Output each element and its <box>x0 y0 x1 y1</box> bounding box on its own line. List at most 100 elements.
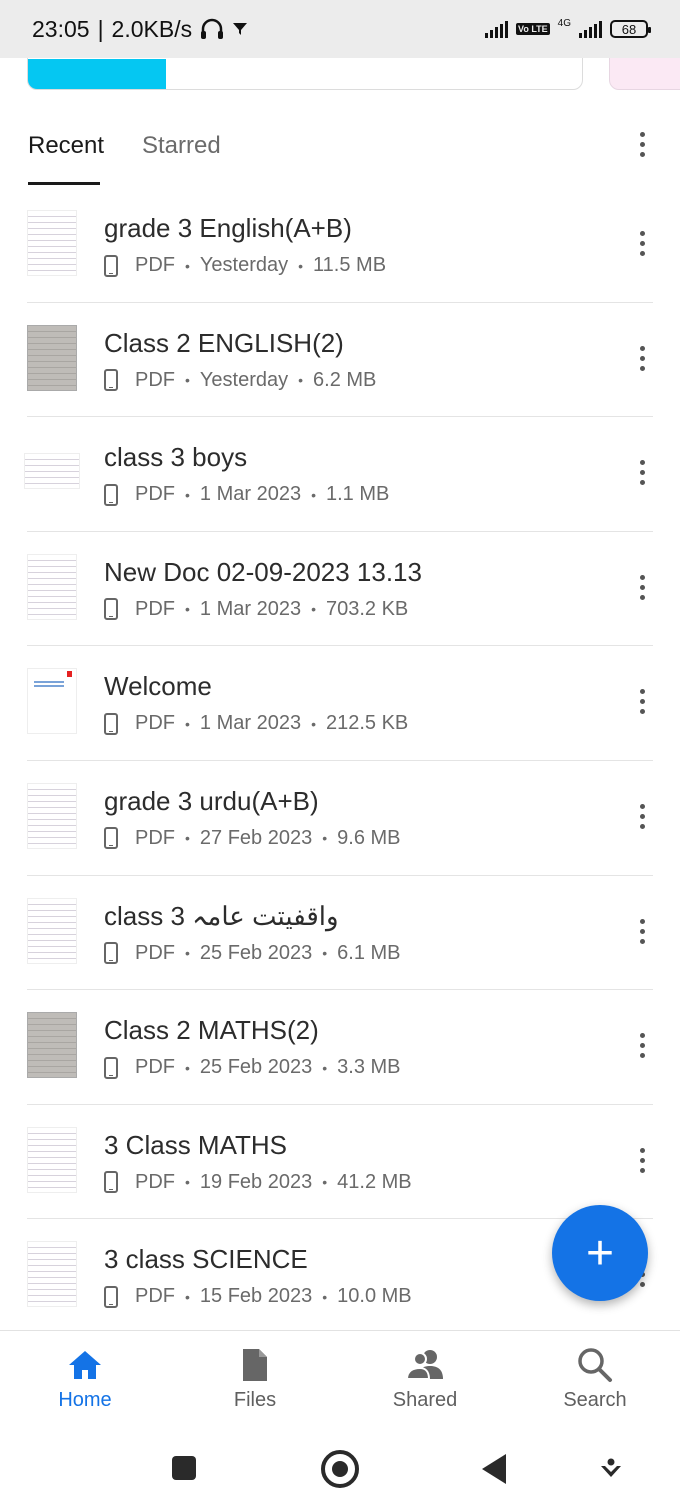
system-navigation-bar <box>0 1428 680 1511</box>
file-size: 212.5 KB <box>325 712 409 735</box>
file-thumbnail <box>27 668 77 735</box>
file-name: Welcome <box>104 671 212 702</box>
file-type: PDF <box>135 941 175 964</box>
card-color-band <box>28 59 166 89</box>
file-type: PDF <box>135 1285 175 1308</box>
nav-label: Shared <box>392 1389 458 1411</box>
device-icon <box>104 1056 118 1079</box>
more-options-icon[interactable] <box>632 1147 652 1173</box>
more-options-icon[interactable] <box>632 689 652 715</box>
recents-button[interactable] <box>172 1456 196 1480</box>
file-thumbnail <box>27 782 77 849</box>
file-date: 1 Mar 2023 <box>199 712 302 735</box>
file-name: grade 3 English(A+B) <box>104 213 352 243</box>
more-options-icon[interactable] <box>632 1033 652 1059</box>
list-item[interactable]: New Doc 02-09-2023 13.13 PDF • 1 Mar 2023… <box>0 532 680 647</box>
plus-icon: + <box>585 1226 615 1280</box>
list-item[interactable]: Class 2 ENGLISH(2) PDF • Yesterday • 6.2 M… <box>0 303 680 418</box>
more-options-icon[interactable] <box>632 918 652 944</box>
home-system-button[interactable] <box>321 1450 359 1488</box>
nav-label: Files <box>233 1389 277 1411</box>
list-item[interactable]: grade 3 urdu(A+B) PDF • 27 Feb 2023 • 9.6 … <box>0 761 680 876</box>
more-options-icon[interactable] <box>632 803 652 829</box>
bottom-navigation: Home Files Shared Search <box>0 1330 680 1429</box>
file-size: 703.2 KB <box>325 597 409 620</box>
more-options-icon[interactable] <box>632 345 652 371</box>
file-thumbnail <box>27 1012 77 1079</box>
file-meta: PDF • 25 Feb 2023 • 3.3 MB <box>104 1056 401 1079</box>
file-name: class 3 boys <box>104 442 248 473</box>
nav-shared[interactable]: Shared <box>340 1331 510 1429</box>
device-icon <box>104 712 118 735</box>
file-date: 25 Feb 2023 <box>199 1056 313 1079</box>
battery-level: 68 <box>621 21 637 37</box>
file-name: class 3 واقفیتت عامہ <box>104 900 339 931</box>
more-options-icon[interactable] <box>632 132 652 157</box>
device-icon <box>104 598 118 621</box>
file-thumbnail <box>27 1241 77 1308</box>
file-date: Yesterday <box>199 254 289 276</box>
status-bar: 23:05 | 2.0KB/s Vo LTE 4G 68 <box>0 0 680 58</box>
volte-icon: Vo LTE <box>515 23 550 35</box>
device-icon <box>104 369 118 392</box>
file-meta: PDF • 19 Feb 2023 • 41.2 MB <box>104 1171 412 1194</box>
active-tab-indicator <box>28 182 100 185</box>
more-options-icon[interactable] <box>632 231 652 256</box>
file-size: 6.2 MB <box>313 368 377 391</box>
file-date: 19 Feb 2023 <box>199 1170 313 1193</box>
search-icon <box>578 1348 612 1382</box>
file-size: 1.1 MB <box>325 483 390 506</box>
file-date: 1 Mar 2023 <box>199 483 302 506</box>
file-size: 6.1 MB <box>337 941 401 964</box>
headphones-icon <box>201 18 224 39</box>
list-item[interactable]: Class 2 MATHS(2) PDF • 25 Feb 2023 • 3.3 M… <box>0 990 680 1105</box>
home-icon <box>69 1351 101 1379</box>
list-item[interactable]: grade 3 English(A+B) PDF • Yesterday • 11.… <box>0 188 680 303</box>
nav-files[interactable]: Files <box>170 1331 340 1429</box>
more-options-icon[interactable] <box>632 574 652 600</box>
file-meta: PDF • 1 Mar 2023 • 703.2 KB <box>104 598 408 621</box>
list-item[interactable]: class 3 boys PDF • 1 Mar 2023 • 1.1 MB <box>0 417 680 532</box>
file-thumbnail <box>27 553 77 620</box>
file-size: 9.6 MB <box>337 826 401 849</box>
tab-recent[interactable]: Recent <box>28 132 104 160</box>
file-type: PDF <box>135 368 175 391</box>
file-size: 10.0 MB <box>337 1285 412 1308</box>
network-speed: 2.0KB/s <box>111 15 193 42</box>
filter-icon <box>233 23 248 35</box>
tab-starred[interactable]: Starred <box>142 132 221 160</box>
file-meta: PDF • 25 Feb 2023 • 6.1 MB <box>104 942 401 965</box>
back-button[interactable] <box>482 1454 506 1484</box>
more-options-icon[interactable] <box>632 460 652 486</box>
file-size: 3.3 MB <box>337 1056 401 1079</box>
create-fab-button[interactable]: + <box>552 1205 648 1301</box>
file-type: PDF <box>135 826 175 849</box>
file-meta: PDF • 27 Feb 2023 • 9.6 MB <box>104 827 401 850</box>
file-thumbnail <box>27 897 77 964</box>
file-meta: PDF • 1 Mar 2023 • 212.5 KB <box>104 712 408 735</box>
file-name: 3 Class MATHS <box>104 1129 287 1160</box>
file-meta: PDF • Yesterday • 11.5 MB <box>104 254 386 277</box>
signal-icon-2 <box>579 20 602 38</box>
file-icon <box>243 1349 267 1381</box>
nav-label: Home <box>58 1389 112 1411</box>
nav-label: Search <box>563 1389 627 1411</box>
list-item[interactable]: class 3 واقفیتت عامہ PDF • 25 Feb 2023 • 6… <box>0 876 680 991</box>
assistant-icon[interactable] <box>598 1456 624 1482</box>
file-date: 27 Feb 2023 <box>199 826 313 849</box>
file-type: PDF <box>135 597 175 620</box>
file-name: grade 3 urdu(A+B) <box>104 785 319 816</box>
nav-home[interactable]: Home <box>0 1331 170 1429</box>
file-date: 1 Mar 2023 <box>199 597 302 620</box>
file-meta: PDF • 15 Feb 2023 • 10.0 MB <box>104 1285 412 1308</box>
file-date: Yesterday <box>199 368 289 391</box>
device-icon <box>104 827 118 850</box>
file-thumbnail <box>27 210 77 276</box>
file-size: 41.2 MB <box>337 1170 412 1193</box>
list-item[interactable]: Welcome PDF • 1 Mar 2023 • 212.5 KB <box>0 646 680 761</box>
list-item[interactable]: 3 Class MATHS PDF • 19 Feb 2023 • 41.2 MB <box>0 1105 680 1220</box>
file-thumbnail <box>24 453 80 490</box>
nav-search[interactable]: Search <box>510 1331 680 1429</box>
file-type: PDF <box>135 712 175 735</box>
file-size: 11.5 MB <box>313 254 387 276</box>
